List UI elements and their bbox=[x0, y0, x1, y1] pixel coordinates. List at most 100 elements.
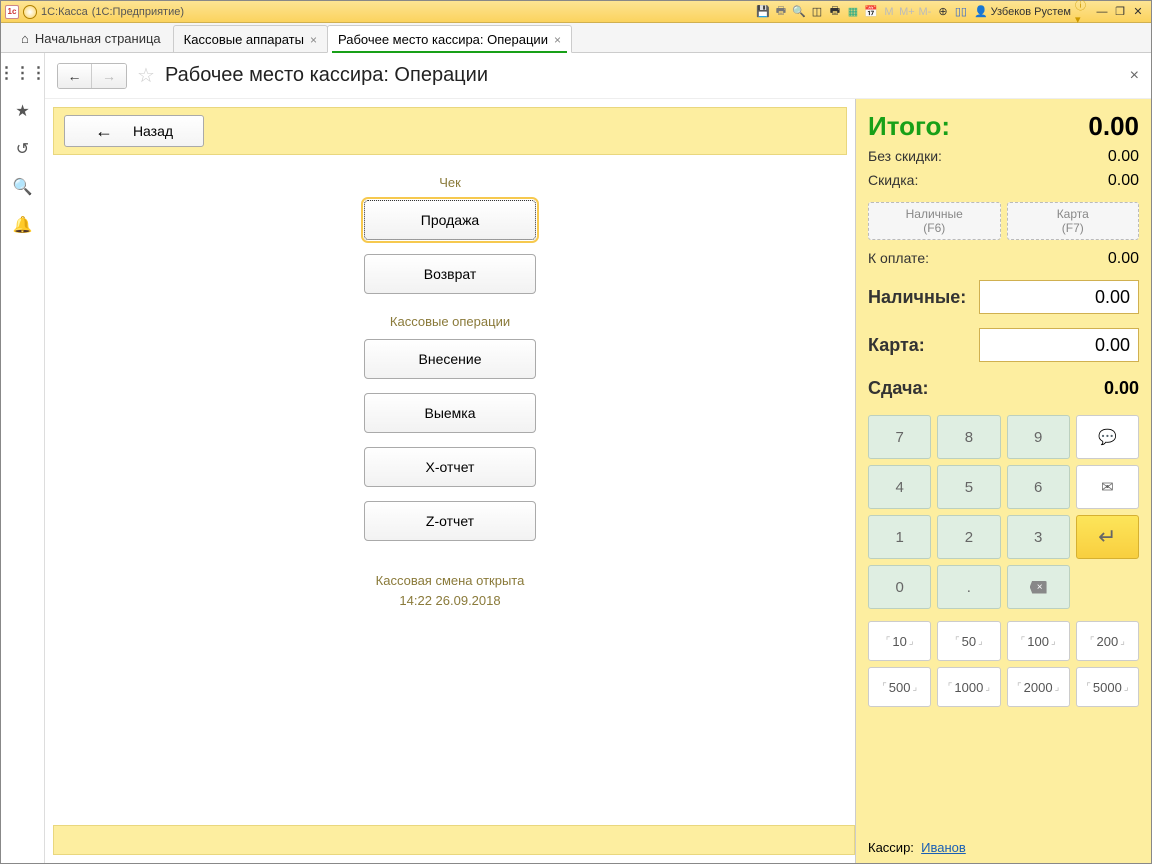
cash-pay-button[interactable]: Наличные (F6) bbox=[868, 202, 1001, 240]
denom-50[interactable]: ⌜50⌟ bbox=[937, 621, 1000, 661]
topay-value: 0.00 bbox=[1108, 250, 1139, 268]
denom-100[interactable]: ⌜100⌟ bbox=[1007, 621, 1070, 661]
key-2[interactable]: 2 bbox=[937, 515, 1000, 559]
search-icon[interactable]: 🔍 bbox=[13, 177, 33, 197]
save-icon[interactable]: 💾 bbox=[754, 4, 772, 20]
back-button[interactable]: ← Назад bbox=[64, 115, 204, 147]
app-title: 1С:Касса bbox=[41, 6, 88, 18]
denom-10[interactable]: ⌜10⌟ bbox=[868, 621, 931, 661]
key-4[interactable]: 4 bbox=[868, 465, 931, 509]
apps-icon[interactable]: ⋮⋮⋮ bbox=[13, 63, 33, 83]
cash-input[interactable] bbox=[979, 280, 1139, 314]
key-0[interactable]: 0 bbox=[868, 565, 931, 609]
key-5[interactable]: 5 bbox=[937, 465, 1000, 509]
top-action-bar: ← Назад bbox=[53, 107, 847, 155]
print-icon[interactable]: 🖶 bbox=[772, 4, 790, 20]
cashier-info: Кассир: Иванов bbox=[868, 840, 966, 855]
calendar-icon[interactable]: 📅 bbox=[862, 4, 880, 20]
history-icon[interactable]: ↺ bbox=[13, 139, 33, 159]
card-input[interactable] bbox=[979, 328, 1139, 362]
tab-operations[interactable]: Рабочее место кассира: Операции × bbox=[327, 25, 572, 53]
key-8[interactable]: 8 bbox=[937, 415, 1000, 459]
mminus-icon[interactable]: M- bbox=[916, 4, 934, 20]
card-pay-label: Карта bbox=[1057, 207, 1089, 221]
key-mail[interactable]: ✉ bbox=[1076, 465, 1139, 509]
home-tab[interactable]: ⌂ Начальная страница bbox=[9, 25, 173, 52]
totals-pane: Итого: 0.00 Без скидки: 0.00 Скидка: 0.0… bbox=[855, 99, 1151, 863]
discount-value: 0.00 bbox=[1108, 172, 1139, 190]
tab-bar: ⌂ Начальная страница Кассовые аппараты ×… bbox=[1, 23, 1151, 53]
close-window-icon[interactable]: ✕ bbox=[1129, 4, 1147, 20]
x-report-button[interactable]: X-отчет bbox=[364, 447, 536, 487]
page-close-icon[interactable]: × bbox=[1130, 67, 1139, 85]
close-icon[interactable]: × bbox=[310, 33, 317, 47]
page-header: ← → ☆ Рабочее место кассира: Операции × bbox=[45, 53, 1151, 99]
card-pay-button[interactable]: Карта (F7) bbox=[1007, 202, 1140, 240]
denom-label: 100 bbox=[1027, 634, 1049, 649]
denom-1000[interactable]: ⌜1000⌟ bbox=[937, 667, 1000, 707]
restore-icon[interactable]: ❐ bbox=[1111, 4, 1129, 20]
shift-info: Кассовая смена открыта 14:22 26.09.2018 bbox=[45, 571, 855, 610]
tab-kkm[interactable]: Кассовые аппараты × bbox=[173, 25, 328, 53]
denom-200[interactable]: ⌜200⌟ bbox=[1076, 621, 1139, 661]
minimize-icon[interactable]: — bbox=[1093, 4, 1111, 20]
section-check-title: Чек bbox=[45, 175, 855, 190]
tab-operations-label: Рабочее место кассира: Операции bbox=[338, 32, 548, 47]
nodiscount-value: 0.00 bbox=[1108, 148, 1139, 166]
key-comment[interactable]: 💬 bbox=[1076, 415, 1139, 459]
print2-icon[interactable]: 🖶 bbox=[826, 4, 844, 20]
dropdown-icon[interactable] bbox=[23, 5, 37, 19]
mplus-icon[interactable]: M+ bbox=[898, 4, 916, 20]
denominations: ⌜10⌟ ⌜50⌟ ⌜100⌟ ⌜200⌟ ⌜500⌟ ⌜1000⌟ ⌜2000… bbox=[868, 621, 1139, 707]
user-name: Узбеков Рустем bbox=[991, 6, 1071, 18]
change-label: Сдача: bbox=[868, 378, 928, 399]
close-icon[interactable]: × bbox=[554, 33, 561, 47]
zoom-icon[interactable]: ⊕ bbox=[934, 4, 952, 20]
cash-input-label: Наличные: bbox=[868, 287, 966, 308]
denom-500[interactable]: ⌜500⌟ bbox=[868, 667, 931, 707]
key-3[interactable]: 3 bbox=[1007, 515, 1070, 559]
nav-back-button[interactable]: ← bbox=[58, 64, 92, 88]
notifications-icon[interactable]: 🔔 bbox=[13, 215, 33, 235]
home-icon: ⌂ bbox=[21, 31, 29, 46]
calc-icon[interactable]: ▦ bbox=[844, 4, 862, 20]
card-pay-hint: (F7) bbox=[1062, 221, 1084, 235]
cashier-link[interactable]: Иванов bbox=[921, 840, 966, 855]
key-enter[interactable]: ↵ bbox=[1076, 515, 1139, 559]
app-mode: (1С:Предприятие) bbox=[92, 6, 184, 18]
shift-status: Кассовая смена открыта bbox=[45, 571, 855, 591]
total-value: 0.00 bbox=[1088, 111, 1139, 142]
nav-buttons: ← → bbox=[57, 63, 127, 89]
denom-5000[interactable]: ⌜5000⌟ bbox=[1076, 667, 1139, 707]
key-dot[interactable]: . bbox=[937, 565, 1000, 609]
title-bar: 1c 1С:Касса (1С:Предприятие) 💾 🖶 🔍 ◫ 🖶 ▦… bbox=[1, 1, 1151, 23]
denom-label: 5000 bbox=[1093, 680, 1122, 695]
compare-icon[interactable]: ◫ bbox=[808, 4, 826, 20]
key-1[interactable]: 1 bbox=[868, 515, 931, 559]
preview-icon[interactable]: 🔍 bbox=[790, 4, 808, 20]
nav-forward-button[interactable]: → bbox=[92, 64, 126, 88]
withdraw-button[interactable]: Выемка bbox=[364, 393, 536, 433]
key-7[interactable]: 7 bbox=[868, 415, 931, 459]
star-icon[interactable]: ☆ bbox=[137, 63, 155, 88]
total-label: Итого: bbox=[868, 111, 950, 142]
z-report-button[interactable]: Z-отчет bbox=[364, 501, 536, 541]
denom-label: 200 bbox=[1097, 634, 1119, 649]
user-label[interactable]: 👤 Узбеков Рустем bbox=[970, 5, 1075, 18]
arrow-left-icon: ← bbox=[95, 121, 113, 142]
deposit-button[interactable]: Внесение bbox=[364, 339, 536, 379]
denom-2000[interactable]: ⌜2000⌟ bbox=[1007, 667, 1070, 707]
panels-icon[interactable]: ▯▯ bbox=[952, 4, 970, 20]
key-backspace[interactable]: × bbox=[1007, 565, 1070, 609]
sale-button[interactable]: Продажа bbox=[364, 200, 536, 240]
denom-label: 50 bbox=[962, 634, 976, 649]
m-icon[interactable]: M bbox=[880, 4, 898, 20]
keypad: 7 8 9 💬 4 5 6 ✉ 1 2 3 ↵ 0 . × bbox=[868, 415, 1139, 609]
denom-label: 500 bbox=[889, 680, 911, 695]
favorites-icon[interactable]: ★ bbox=[13, 101, 33, 121]
key-9[interactable]: 9 bbox=[1007, 415, 1070, 459]
info-icon[interactable]: ⓘ ▾ bbox=[1075, 4, 1093, 20]
key-6[interactable]: 6 bbox=[1007, 465, 1070, 509]
return-button[interactable]: Возврат bbox=[364, 254, 536, 294]
denom-label: 10 bbox=[892, 634, 906, 649]
